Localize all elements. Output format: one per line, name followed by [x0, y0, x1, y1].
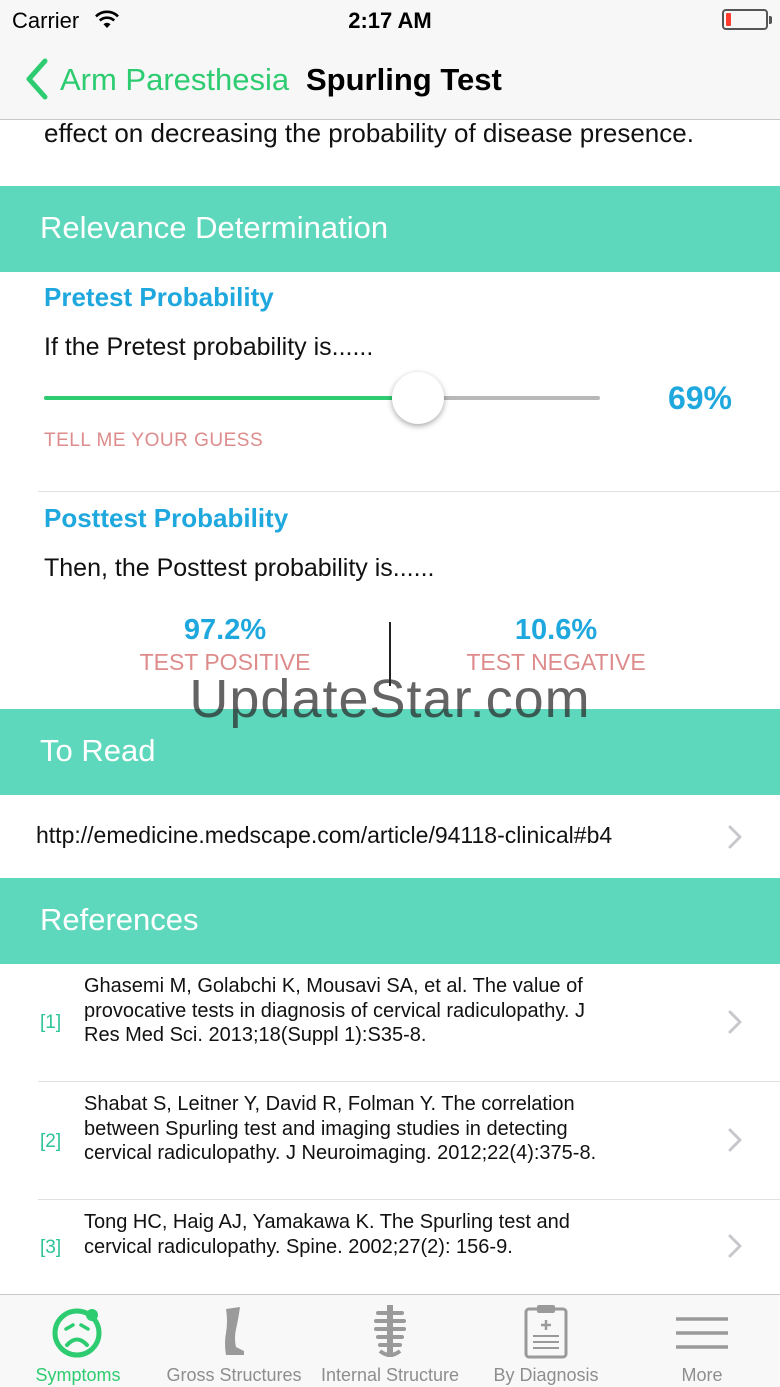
- reference-number: [1]: [40, 1012, 62, 1033]
- status-time: 2:17 AM: [348, 8, 432, 33]
- back-chevron-icon[interactable]: [24, 58, 50, 100]
- battery-level: [726, 13, 731, 26]
- tab-by-diagnosis[interactable]: By Diagnosis: [468, 1295, 624, 1387]
- clipboard-icon: [524, 1305, 568, 1359]
- reference-text: Tong HC, Haig AJ, Yamakawa K. The Spurli…: [84, 1211, 570, 1258]
- reference-item[interactable]: [3] Tong HC, Haig AJ, Yamakawa K. The Sp…: [0, 1200, 780, 1294]
- pretest-title: Pretest Probability: [44, 282, 274, 312]
- tab-internal-structure[interactable]: Internal Structure: [312, 1295, 468, 1387]
- battery-icon: [722, 9, 772, 30]
- back-button[interactable]: Arm Paresthesia: [60, 62, 289, 98]
- divider: [38, 491, 780, 492]
- intro-text: effect on decreasing the probability of …: [44, 118, 694, 148]
- article-link[interactable]: http://emedicine.medscape.com/article/94…: [36, 822, 612, 849]
- tab-label: Internal Structure: [320, 1365, 460, 1385]
- symptoms-face-icon: [52, 1308, 102, 1358]
- tab-symptoms[interactable]: Symptoms: [0, 1295, 156, 1387]
- navigation-bar: Arm Paresthesia Spurling Test: [0, 40, 780, 120]
- leg-icon: [225, 1307, 244, 1355]
- to-read-link-row[interactable]: http://emedicine.medscape.com/article/94…: [0, 794, 780, 878]
- reference-text: Shabat S, Leitner Y, David R, Folman Y. …: [84, 1093, 597, 1164]
- chevron-right-icon: [728, 1010, 742, 1034]
- pretest-value: 69%: [667, 380, 732, 416]
- tab-label: By Diagnosis: [493, 1365, 599, 1385]
- section-title: To Read: [40, 733, 156, 768]
- page-title: Spurling Test: [306, 62, 502, 97]
- watermark: UpdateStar.com: [189, 669, 591, 729]
- positive-result: 97.2% TEST POSITIVE: [75, 614, 375, 676]
- tab-label: More: [681, 1365, 723, 1385]
- reference-text: Ghasemi M, Golabchi K, Mousavi SA, et al…: [84, 975, 585, 1046]
- tab-label: Gross Structures: [166, 1365, 302, 1385]
- tab-bar: Symptoms Gross Structures Internal Struc…: [0, 1294, 780, 1387]
- negative-value: 10.6%: [514, 614, 598, 646]
- tab-more[interactable]: More: [624, 1295, 780, 1387]
- chevron-right-icon: [728, 825, 742, 849]
- references-section-header: References: [0, 878, 780, 964]
- tab-label: Symptoms: [35, 1365, 121, 1385]
- status-bar: Carrier 2:17 AM: [0, 0, 780, 40]
- chevron-right-icon: [728, 1234, 742, 1258]
- chevron-right-icon: [728, 1128, 742, 1152]
- positive-value: 97.2%: [183, 614, 267, 646]
- slider-thumb[interactable]: [391, 372, 444, 424]
- relevance-section-header: Relevance Determination: [0, 186, 780, 272]
- posttest-title: Posttest Probability: [44, 503, 289, 533]
- reference-item[interactable]: [1] Ghasemi M, Golabchi K, Mousavi SA, e…: [0, 964, 780, 1082]
- pretest-prompt: If the Pretest probability is......: [44, 333, 374, 361]
- section-title: Relevance Determination: [40, 210, 389, 245]
- pretest-slider[interactable]: [44, 396, 600, 400]
- tab-gross-structures[interactable]: Gross Structures: [156, 1295, 312, 1387]
- slider-fill: [44, 396, 418, 400]
- menu-icon: [676, 1317, 728, 1349]
- posttest-prompt: Then, the Posttest probability is......: [44, 554, 435, 582]
- reference-number: [2]: [40, 1131, 62, 1152]
- spine-icon: [374, 1305, 406, 1357]
- reference-item[interactable]: [2] Shabat S, Leitner Y, David R, Folman…: [0, 1082, 780, 1200]
- reference-number: [3]: [40, 1237, 62, 1258]
- section-title: References: [40, 902, 199, 937]
- negative-result: 10.6% TEST NEGATIVE: [406, 614, 706, 676]
- guess-label: TELL ME YOUR GUESS: [44, 430, 264, 451]
